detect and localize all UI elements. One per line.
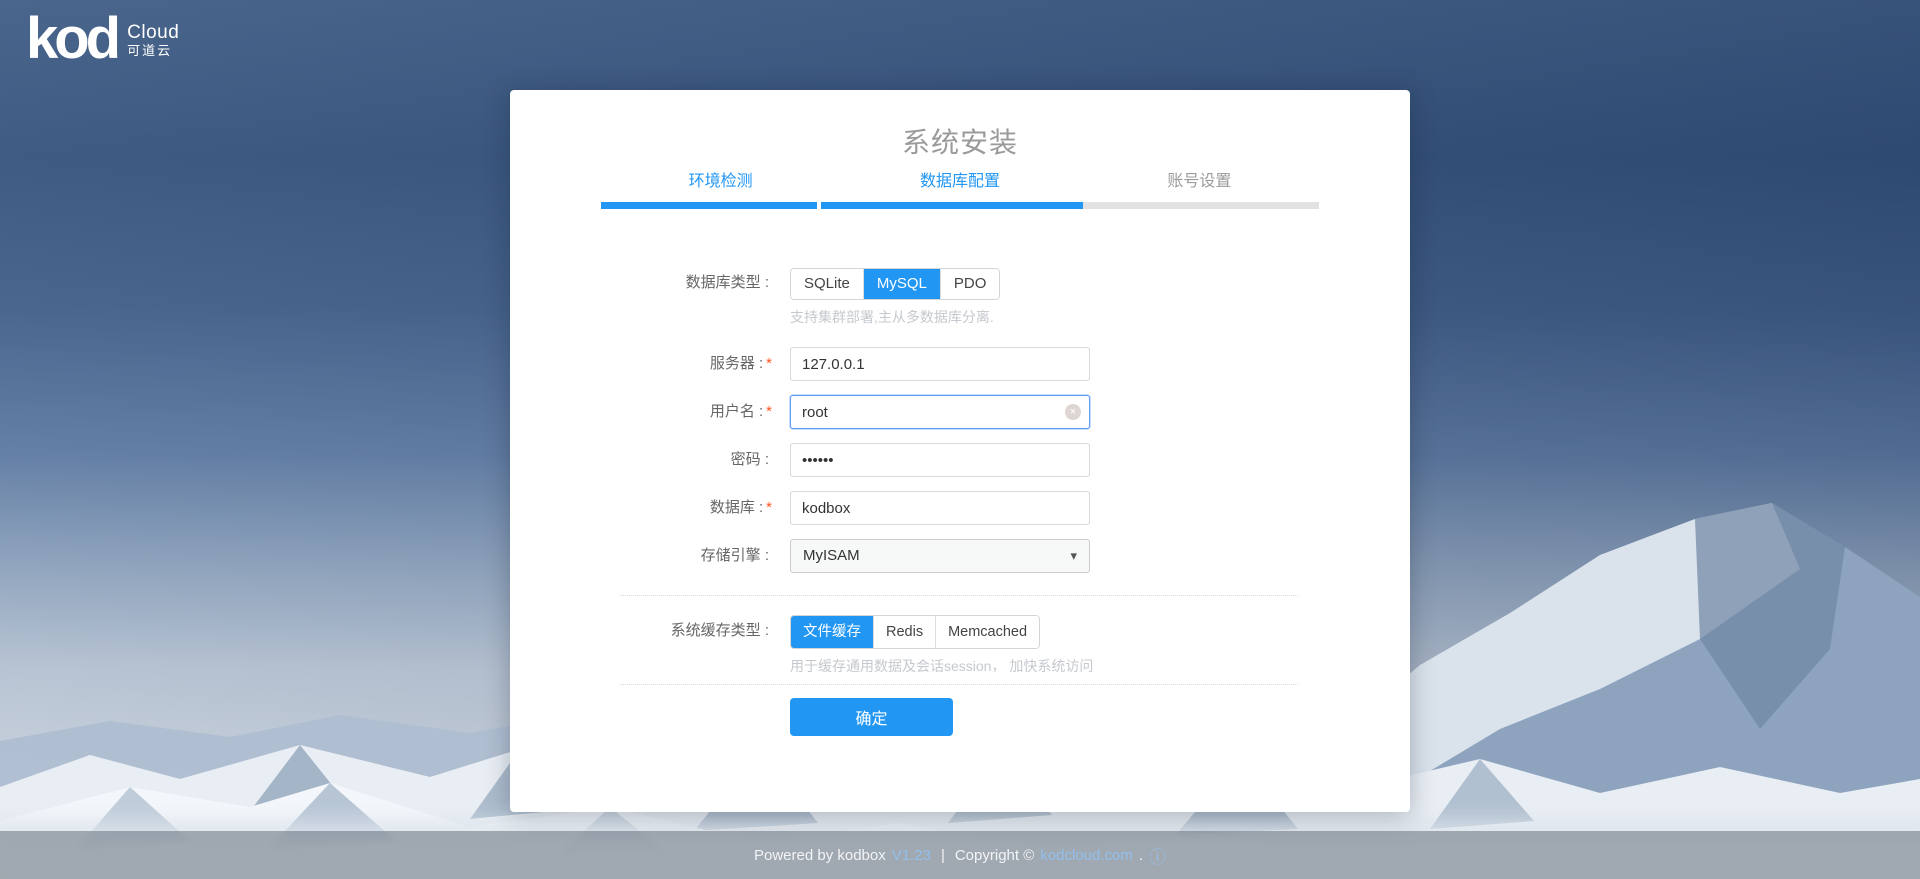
progress-segment-done (601, 202, 817, 209)
footer-period: . (1139, 847, 1143, 864)
powered-by-text: Powered by kodbox (754, 847, 886, 864)
db-type-label: 数据库类型 : (510, 268, 772, 327)
password-label: 密码 : (510, 443, 772, 477)
storage-engine-label: 存储引擎 : (510, 539, 772, 573)
info-icon[interactable]: ⓘ (1149, 843, 1166, 868)
page-title: 系统安装 (510, 127, 1410, 159)
footer-separator: | (941, 847, 945, 864)
confirm-button[interactable]: 确定 (790, 698, 953, 736)
db-type-group: SQLite MySQL PDO (790, 268, 1000, 300)
footer-bar: Powered by kodbox V1.23 | Copyright © ko… (0, 831, 1920, 879)
db-type-option-pdo[interactable]: PDO (940, 269, 1000, 299)
cache-type-group: 文件缓存 Redis Memcached (790, 615, 1040, 649)
tab-db-config[interactable]: 数据库配置 (840, 171, 1079, 193)
section-divider (620, 595, 1298, 596)
brand-name: Cloud (127, 23, 179, 43)
db-type-helper-text: 支持集群部署,主从多数据库分离. (790, 308, 1000, 327)
progress-segment-pending (1083, 202, 1319, 209)
database-input[interactable] (790, 491, 1090, 525)
progress-segment-active (821, 202, 1083, 209)
server-input[interactable] (790, 347, 1090, 381)
server-label: 服务器 :* (510, 347, 772, 381)
step-progress-bar (601, 202, 1319, 209)
kod-wordmark: kod (26, 12, 117, 66)
username-label: 用户名 :* (510, 395, 772, 429)
cache-option-redis[interactable]: Redis (873, 616, 935, 648)
cache-option-memcached[interactable]: Memcached (935, 616, 1039, 648)
database-label: 数据库 :* (510, 491, 772, 525)
password-input[interactable] (790, 443, 1090, 477)
brand-logo: kod Cloud 可道云 (26, 12, 179, 66)
storage-engine-value: MyISAM (803, 547, 860, 564)
db-type-option-mysql[interactable]: MySQL (863, 269, 940, 299)
db-type-option-sqlite[interactable]: SQLite (791, 269, 863, 299)
clear-icon[interactable]: × (1065, 404, 1081, 420)
brand-name-cn: 可道云 (127, 43, 179, 59)
db-config-form: 数据库类型 : SQLite MySQL PDO 支持集群部署,主从多数据库分离… (510, 268, 1410, 736)
username-input[interactable] (790, 395, 1090, 429)
installer-card: 系统安装 环境检测 数据库配置 账号设置 数据库类型 : SQLite MySQ… (510, 90, 1410, 812)
tab-env-check[interactable]: 环境检测 (601, 171, 840, 193)
storage-engine-select[interactable]: MyISAM ▾ (790, 539, 1090, 573)
cache-option-file[interactable]: 文件缓存 (791, 616, 873, 648)
copyright-text: Copyright © (955, 847, 1034, 864)
section-divider (620, 684, 1298, 685)
version-link[interactable]: V1.23 (892, 847, 931, 864)
cache-helper-text: 用于缓存通用数据及会话session， 加快系统访问 (790, 657, 1093, 676)
chevron-down-icon: ▾ (1070, 540, 1077, 572)
kodcloud-link[interactable]: kodcloud.com (1040, 847, 1133, 864)
step-tabs: 环境检测 数据库配置 账号设置 (601, 171, 1319, 193)
tab-account-setup[interactable]: 账号设置 (1080, 171, 1319, 193)
cache-type-label: 系统缓存类型 : (510, 615, 772, 676)
